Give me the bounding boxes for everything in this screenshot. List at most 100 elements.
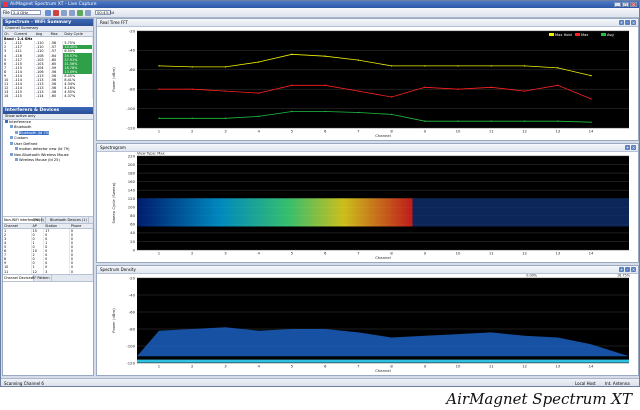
rewind-icon[interactable] (85, 9, 91, 16)
fft-point (357, 90, 360, 92)
settings-icon[interactable]: · (625, 267, 630, 272)
record-icon[interactable] (53, 9, 59, 16)
spec-y-tick: 100 (128, 205, 136, 210)
dens-x-tick: 13 (555, 364, 560, 369)
fft-point (191, 117, 193, 120)
close-panel-icon[interactable]: × (631, 267, 636, 272)
tree-node-icon (15, 130, 18, 134)
spec-x-tick: 2 (191, 251, 194, 256)
app-logo-icon (3, 2, 8, 7)
spec-y-tick: 20 (130, 239, 135, 244)
interferer-tree: Interference Bluetooth Bluetooth (Id 75) Cu… (3, 119, 93, 164)
tree-node-icon (15, 147, 18, 150)
dens-y-tick: -20 (129, 275, 136, 280)
spec-y-label: Sweep Cycle (Sweep) (111, 182, 116, 223)
settings-icon[interactable]: · (625, 20, 630, 25)
spectrogram-panel: Spectrogram + × View Type: Max 220 200 180 16… (96, 143, 639, 263)
fft-point (324, 84, 326, 87)
band-select[interactable]: 2.4 GHz (11, 9, 41, 15)
spec-x-tick: 8 (390, 251, 393, 256)
tree-item-label: Bluetooth (14, 125, 32, 129)
fft-point (390, 113, 393, 116)
tree-node-icon (10, 141, 13, 145)
forward-icon[interactable] (77, 9, 83, 16)
left-panel: Spectrum - WiFi Summary Channel Summary … (2, 18, 94, 376)
spec-y-tick: 220 (128, 153, 136, 158)
spec-y-tick: 80 (130, 213, 135, 218)
add-icon[interactable]: + (619, 267, 624, 272)
spec-x-label: Channel (375, 255, 391, 260)
dens-y-label: Power (dBm) (111, 308, 116, 333)
time-display: 00:43:34 (95, 9, 115, 15)
dens-x-tick: 14 (589, 364, 594, 369)
fft-x-tick: 9 (424, 129, 427, 134)
scale-min: 0.00% (526, 274, 538, 278)
fft-x-tick: 2 (191, 129, 194, 134)
fft-point (324, 110, 326, 113)
add-icon[interactable]: + (619, 20, 624, 25)
spectrogram-band (137, 198, 413, 227)
fft-title: Real Time FFT (100, 20, 128, 25)
spec-y-tick: 40 (130, 230, 135, 235)
density-title: Spectrum Density (100, 267, 136, 272)
spec-x-tick: 3 (224, 251, 227, 256)
fft-point (191, 66, 193, 68)
fft-point (224, 90, 227, 92)
fft-x-tick: 10 (456, 129, 461, 134)
dens-x-tick: 8 (390, 364, 393, 369)
add-icon[interactable]: + (625, 145, 630, 150)
dens-x-tick: 2 (191, 364, 194, 369)
fft-point (557, 84, 559, 87)
fft-y-tick: -20 (129, 28, 136, 33)
fft-x-tick: 6 (324, 129, 327, 134)
fft-point (324, 55, 326, 57)
play-icon[interactable] (45, 9, 51, 16)
density-floor (137, 359, 629, 363)
close-panel-icon[interactable]: × (631, 20, 636, 25)
fft-point (457, 65, 459, 67)
table-cell: -60 (49, 94, 64, 99)
device-tab[interactable]: APs (6) (31, 216, 46, 223)
bottom-tab[interactable]: RF Pattern (31, 274, 52, 281)
bottom-tab[interactable]: Channel Devices (3, 274, 35, 281)
spec-x-tick: 12 (522, 251, 527, 256)
tree-item-label: Wireless Mouse (Id 25) (19, 158, 60, 162)
status-text: Scanning Channel 6 (4, 381, 44, 386)
table-cell: 14 (3, 94, 14, 99)
minimize-button[interactable]: _ (614, 2, 621, 7)
tree-item[interactable]: Wireless Mouse (Id 25) (3, 158, 93, 164)
spec-y-tick: 60 (130, 222, 135, 227)
fft-panel: Real Time FFT + · × -20 -40 -60 -80 -100 -120 1 2… (96, 18, 639, 141)
status-bar: Scanning Channel 6 Local Host Int. Anten… (1, 378, 639, 386)
window-title: AirMagnet Spectrum XT - Live Capture (10, 2, 97, 7)
fft-point (523, 65, 526, 67)
fft-point (590, 121, 592, 123)
fft-point (490, 86, 493, 88)
tree-node-icon (10, 152, 13, 156)
pause-icon[interactable] (61, 9, 67, 16)
fft-x-tick: 8 (390, 129, 393, 134)
fft-point (590, 74, 592, 77)
fft-point (291, 110, 293, 113)
fft-point (457, 88, 459, 90)
density-chart: -20-40-60-80-100-1201 2 3 4 5 6 7 8 9 10 11 12 13 14C… (111, 274, 631, 374)
fft-point (257, 61, 260, 63)
fft-point (424, 86, 426, 88)
tree-item-label: Interference (9, 119, 31, 124)
fft-point (557, 67, 559, 69)
dens-x-tick: 10 (456, 364, 461, 369)
dens-y-tick: -100 (126, 343, 135, 348)
table-row[interactable]: 14 -115 -114 -60 4.37% (3, 94, 93, 99)
spec-x-tick: 6 (324, 251, 327, 256)
maximize-button[interactable]: □ (622, 2, 629, 7)
device-tab[interactable]: Bluetooth Devices (1) (49, 216, 89, 223)
fft-x-tick: 5 (291, 129, 294, 134)
file-menu[interactable]: File (3, 10, 10, 15)
fft-point (557, 120, 559, 122)
status-host: Local Host (575, 381, 596, 386)
ap-table: Channel AP Station Phone 1 15 17 0 2 0 0 0 3 0 0 0 4 1 1 0… (3, 223, 93, 274)
close-panel-icon[interactable]: × (631, 145, 636, 150)
stop-icon[interactable] (69, 9, 75, 16)
close-button[interactable]: × (630, 2, 637, 7)
dens-y-tick: -60 (129, 309, 136, 314)
